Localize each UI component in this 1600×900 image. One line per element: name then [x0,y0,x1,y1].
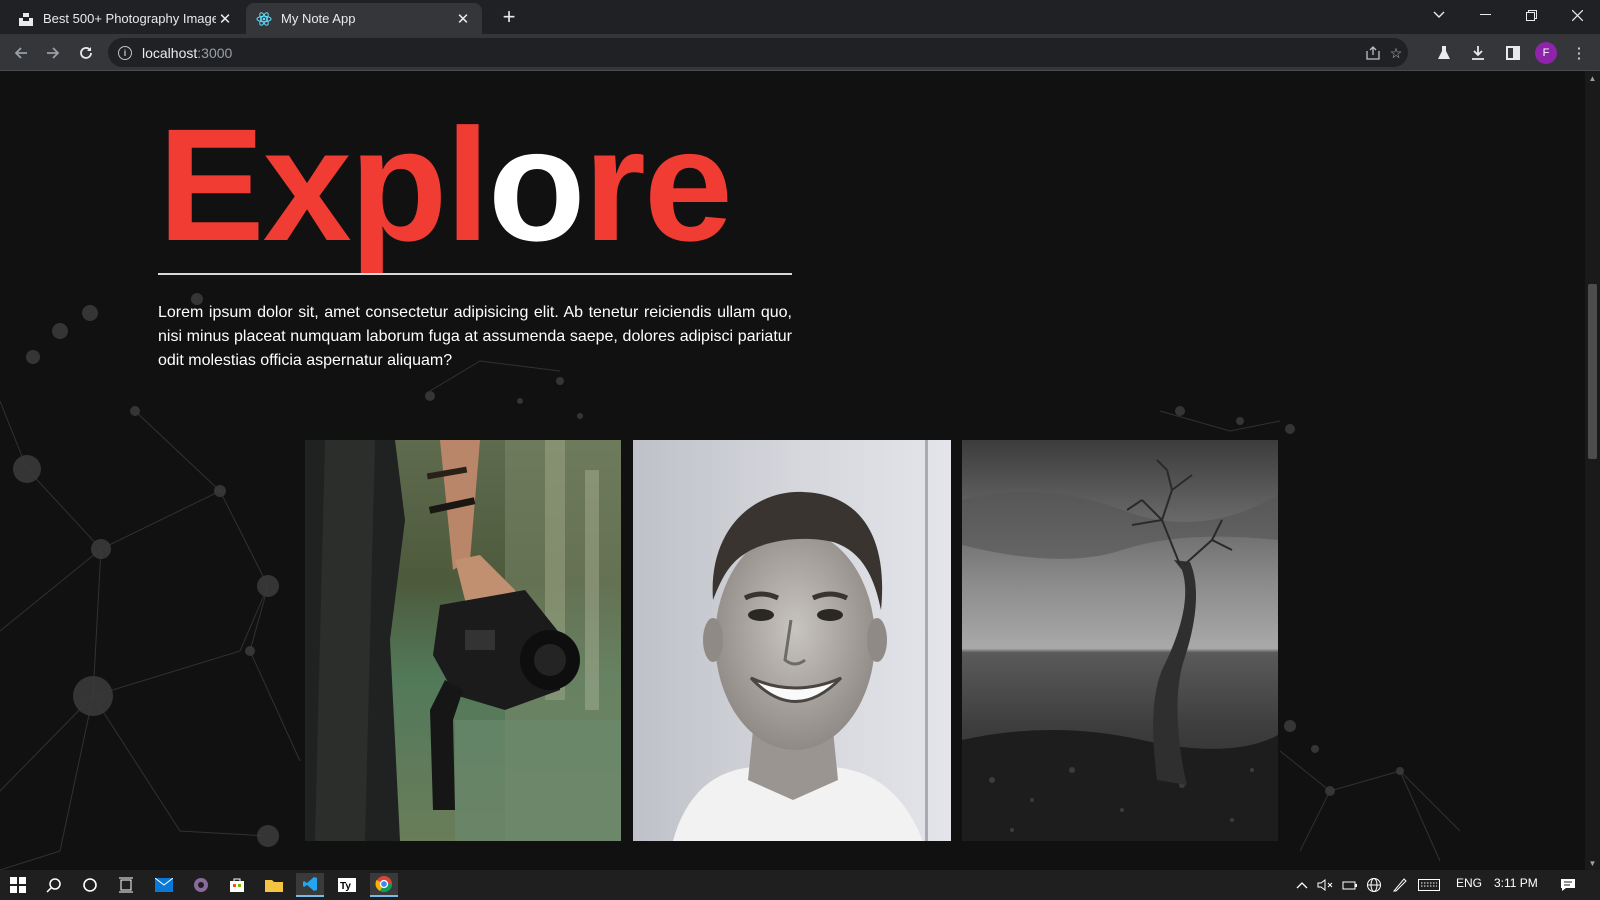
url-host: localhost [142,44,198,61]
kebab-menu-icon[interactable]: ⋮ [1567,41,1591,65]
title-part-red: re [583,95,733,274]
windows-start-icon[interactable] [4,873,32,897]
page-title: Explore [158,105,733,265]
input-language[interactable]: ENG [1456,876,1482,890]
search-icon[interactable] [40,873,68,897]
windows-taskbar: Ty ENG 3:11 PM [0,870,1600,900]
page-description: Lorem ipsum dolor sit, amet consectetur … [158,304,792,369]
chrome-icon[interactable] [370,873,398,897]
title-underline [158,273,792,275]
restore-icon[interactable] [1508,0,1554,30]
minimize-icon[interactable] [1462,0,1508,30]
close-icon[interactable]: ✕ [216,10,234,28]
tab-search-chevron-icon[interactable] [1416,0,1462,30]
page-viewport: Explore Lorem ipsum dolor sit, amet cons… [0,71,1585,870]
close-window-icon[interactable] [1554,0,1600,30]
media-app-icon[interactable] [187,873,215,897]
react-icon [256,11,272,27]
browser-toolbar: i localhost:3000 ☆ F ⋮ [0,34,1600,71]
task-view-icon[interactable] [112,873,140,897]
share-icon[interactable] [1363,43,1383,63]
profile-avatar[interactable]: F [1535,42,1557,64]
title-part-white: o [487,95,586,274]
clock-time[interactable]: 3:11 PM [1494,876,1538,890]
scroll-down-arrow-icon[interactable]: ▼ [1585,856,1600,870]
new-tab-plus-icon[interactable]: + [497,4,521,29]
tab-photography[interactable]: Best 500+ Photography Images [ ✕ [8,3,244,34]
tab-my-note-app[interactable]: My Note App ✕ [246,3,482,34]
back-arrow-icon[interactable] [8,40,34,66]
site-info-icon[interactable]: i [118,45,132,60]
side-panel-icon[interactable] [1501,41,1525,65]
photo-lone-tree[interactable] [962,440,1278,841]
forward-arrow-icon[interactable] [40,40,66,66]
photo-smiling-man[interactable] [633,440,951,841]
photo-gallery [305,440,1278,841]
tab-title: My Note App [281,11,356,26]
unsplash-icon [18,11,34,27]
pen-ink-icon[interactable] [1386,873,1414,897]
cortana-icon[interactable] [76,873,104,897]
tab-title: Best 500+ Photography Images [ [43,11,216,26]
browser-tab-bar: Best 500+ Photography Images [ ✕ My Note… [0,0,1600,34]
typora-icon[interactable]: Ty [333,873,361,897]
store-icon[interactable] [223,873,251,897]
reload-icon[interactable] [73,40,99,66]
scrollbar-thumb[interactable] [1588,284,1597,459]
url-port: :3000 [197,44,233,61]
bookmark-star-icon[interactable]: ☆ [1386,43,1406,63]
close-icon[interactable]: ✕ [454,10,472,28]
speaker-muted-icon[interactable] [1311,873,1339,897]
file-explorer-icon[interactable] [260,873,288,897]
scroll-up-arrow-icon[interactable]: ▲ [1585,71,1600,85]
vscode-icon[interactable] [296,873,324,897]
page-scrollbar[interactable]: ▲ ▼ [1585,71,1600,870]
touch-keyboard-icon[interactable] [1415,873,1443,897]
address-bar[interactable]: i localhost:3000 ☆ [108,38,1408,67]
title-part-red: Expl [158,95,490,274]
labs-flask-icon[interactable] [1432,41,1456,65]
mail-icon[interactable] [150,873,178,897]
photo-camera-hand[interactable] [305,440,621,841]
notifications-icon[interactable] [1554,873,1582,897]
download-icon[interactable] [1466,41,1490,65]
svg-text:Ty: Ty [340,881,351,892]
network-globe-icon[interactable] [1360,873,1388,897]
